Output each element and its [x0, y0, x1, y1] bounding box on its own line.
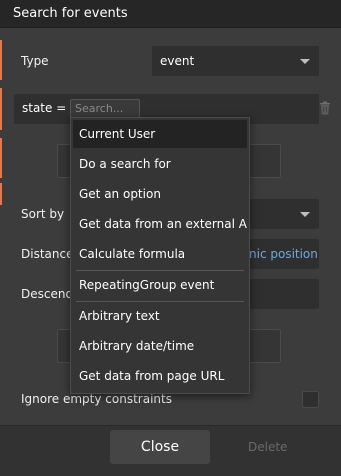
dropdown-item-calculate-formula[interactable]: Calculate formula: [73, 240, 247, 268]
data-source-dropdown: Current User Do a search for Get an opti…: [70, 117, 250, 394]
dropdown-item-get-an-option[interactable]: Get an option: [73, 180, 247, 208]
descending-label: Descend: [21, 287, 74, 301]
dropdown-item-page-url[interactable]: Get data from page URL: [73, 362, 247, 390]
dropdown-item-arbitrary-date-time[interactable]: Arbitrary date/time: [73, 332, 247, 360]
delete-button[interactable]: Delete: [248, 440, 287, 454]
title-bar[interactable]: Search for events: [0, 0, 341, 28]
window-title: Search for events: [13, 6, 128, 21]
trash-icon[interactable]: [319, 101, 331, 115]
close-button[interactable]: Close: [110, 430, 210, 464]
dropdown-item-external-api[interactable]: Get data from an external API: [73, 210, 247, 238]
type-select[interactable]: event: [152, 46, 319, 76]
constraint-key: state =: [22, 101, 67, 115]
dynamic-position-link[interactable]: nic position: [249, 247, 318, 261]
dropdown-item-do-a-search-for[interactable]: Do a search for: [73, 150, 247, 178]
accent-marker: [0, 138, 2, 178]
accent-marker: [0, 40, 2, 80]
dropdown-item-arbitrary-text[interactable]: Arbitrary text: [73, 302, 247, 330]
dropdown-item-current-user[interactable]: Current User: [73, 120, 247, 148]
ignore-empty-label: Ignore empty constraints: [21, 392, 172, 406]
search-editor-panel: Search for events Type event state = Sor…: [0, 0, 341, 476]
descending-field[interactable]: [240, 279, 319, 309]
sort-by-select[interactable]: [240, 199, 319, 229]
accent-marker: [0, 88, 2, 130]
type-select-value: event: [160, 54, 195, 68]
distance-label: Distance: [21, 247, 74, 261]
chevron-down-icon: [300, 59, 310, 64]
ignore-empty-checkbox[interactable]: [302, 391, 319, 408]
type-label: Type: [21, 54, 49, 68]
accent-marker: [0, 183, 2, 205]
sort-by-label: Sort by: [21, 207, 65, 221]
chevron-down-icon: [300, 212, 310, 217]
constraint-search-input[interactable]: [70, 99, 140, 118]
dropdown-item-repeatinggroup-event[interactable]: RepeatingGroup event: [73, 271, 247, 299]
distance-field[interactable]: nic position: [240, 239, 319, 269]
